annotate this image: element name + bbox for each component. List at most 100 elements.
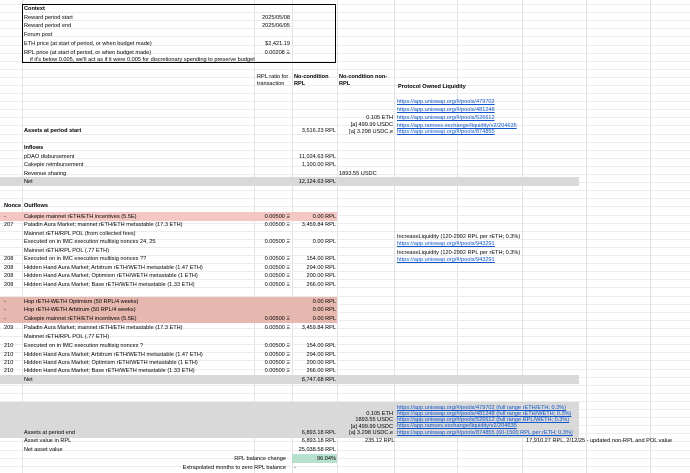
outflow-rpl: 0.00 RPL <box>312 316 336 322</box>
outflow-ratio: 0.00500 Ξ <box>264 352 290 358</box>
inflows-net-band <box>0 177 579 186</box>
net-asset-label: Net asset value <box>24 447 63 453</box>
outflow-label: Hidden Hand Aura Market; Optimism rETH/W… <box>24 360 198 366</box>
grid-row-line <box>0 125 690 126</box>
pol-link[interactable]: https://app.uniswap.org/#/pools/526612 <box>397 114 495 122</box>
outflow-ratio: 0.00500 Ξ <box>264 273 290 279</box>
outflow-nonce: 210 <box>4 343 14 349</box>
start-nonrpl-value: [a] 3.298 USDC.e <box>349 129 393 135</box>
outflow-label: Paladin Aura Market; mainnet rETH/ETH me… <box>24 222 183 228</box>
assets-end-label: Assets at period end <box>24 430 75 436</box>
grid-column-line <box>586 0 587 473</box>
outflow-label: Hidden Hand Aura Market; Arbitrum rETH/W… <box>24 352 203 358</box>
end-pol-link[interactable]: https://app.uniswap.org/#/pools/874855 (… <box>397 429 573 437</box>
balance-change-value: 96.04% <box>317 456 336 462</box>
outflow-ratio: 0.00500 Ξ <box>264 282 290 288</box>
grid-row-line <box>0 69 690 70</box>
asset-value-note: 17,910.27 RPL, 2/12/25 - updated non-RPL… <box>526 438 673 444</box>
outflows-title: Outflows <box>24 203 48 209</box>
grid-row-line <box>0 385 690 386</box>
header-nc-nonrpl: No-condition non-RPL <box>339 74 388 87</box>
asset-value-nonrpl: 235.12 RPL <box>365 438 395 444</box>
end-nonrpl-value: [a] 3.298 USDC.e <box>349 430 393 436</box>
pol-link[interactable]: https://app.uniswap.org/#/pools/874855 <box>397 128 495 136</box>
context-label: ETH price (at start of period, or when b… <box>24 41 152 47</box>
outflows-net-band <box>0 375 579 384</box>
outflow-rpl: 294.00 RPL <box>306 265 336 271</box>
grid-row-line <box>0 466 690 467</box>
outflow-rpl: 3,459.84 RPL <box>301 325 336 331</box>
grid-row-line <box>0 198 690 199</box>
header-nc-rpl: No-condition RPL <box>294 74 329 87</box>
grid-row-line <box>0 166 690 167</box>
outflow-rpl: 0.00 RPL <box>312 239 336 245</box>
outflow-label: Executed on in IMC execution multisig no… <box>24 343 144 349</box>
inflow-label: Cakepie reimbursement <box>24 162 84 168</box>
context-label: Reward period start <box>24 15 73 21</box>
outflow-nonce: - <box>4 214 6 220</box>
net-asset-rpl: 25,038.58 RPL <box>298 447 336 453</box>
outflow-nonce: 207 <box>4 222 14 228</box>
outflow-rpl: 266.00 RPL <box>306 282 336 288</box>
pol-link[interactable]: https://app.uniswap.org/#/pools/479702 <box>397 98 495 106</box>
pol-note-link[interactable]: https://app.uniswap.org/#/pools/943291 <box>397 256 495 264</box>
assets-end-rpl: 6,893.18 RPL <box>301 430 336 436</box>
pol-note-link[interactable]: https://app.uniswap.org/#/pools/943291 <box>397 240 495 248</box>
assets-start-rpl: 3,516.23 RPL <box>301 128 336 134</box>
outflow-rpl: 200.00 RPL <box>306 360 336 366</box>
outflow-rpl: 3,459.84 RPL <box>301 222 336 228</box>
outflow-label: Mainnet rETH/RPL POL (.77 ETH) <box>24 334 110 340</box>
grid-row-line <box>0 190 690 191</box>
context-value: 2025/05/08 <box>262 15 290 21</box>
outflow-label: Hidden Hand Aura Market; Base rETH/WETH … <box>24 282 195 288</box>
assets-start-label: Assets at period start <box>24 128 82 134</box>
outflow-label: Cakepie mainnet rETH/ETH incentives (5.5… <box>24 214 137 220</box>
outflow-nonce: 208 <box>4 282 14 288</box>
outflow-ratio: 0.00500 Ξ <box>264 214 290 220</box>
grid-row-line <box>0 134 690 135</box>
outflow-label: Hidden Hand Aura Market; Arbitrum rETH/W… <box>24 265 203 271</box>
extrapolated-value: - <box>294 465 296 471</box>
grid-row-line <box>0 150 690 151</box>
grid-row-line <box>0 109 690 110</box>
outflow-nonce: 208 <box>4 256 14 262</box>
grid-row-line <box>0 206 690 207</box>
inflows-title: Inflows <box>24 145 44 151</box>
asset-value-rpl: 6,893.18 RPL <box>301 438 336 444</box>
outflow-rpl: 200.00 RPL <box>306 273 336 279</box>
context-value: 2025/06/05 <box>262 23 290 29</box>
inflow-rpl: 11,024.63 RPL <box>299 154 336 160</box>
context-label: Forum post <box>24 32 53 38</box>
outflow-label: Mainnet rETH/RPL POL (from collected fee… <box>24 231 136 237</box>
grid-row-line <box>0 117 690 118</box>
grid-row-line <box>0 142 690 143</box>
context-value: $2,421.19 <box>265 41 290 47</box>
inflow-rpl: 1,100.00 RPL <box>301 162 336 168</box>
grid-column-line <box>650 0 651 473</box>
inflow-label: pDAO disbursement <box>24 154 75 160</box>
grid-row-line <box>0 93 690 94</box>
grid-row-line <box>0 450 690 451</box>
outflow-nonce: 208 <box>4 273 14 279</box>
pol-link[interactable]: https://app.uniswap.org/#/pools/481248 <box>397 106 495 114</box>
outflow-label: Executed on in IMC execution multisig no… <box>24 239 156 245</box>
outflow-nonce: 210 <box>4 360 14 366</box>
outflow-ratio: 0.00500 Ξ <box>264 265 290 271</box>
context-label: Reward period end <box>24 23 72 29</box>
spreadsheet[interactable]: Context Reward period start 2025/05/08 Rewa… <box>0 0 690 473</box>
outflow-ratio: 0.00500 Ξ <box>264 368 290 374</box>
outflows-net-label: Net <box>24 377 33 383</box>
grid-row-line <box>0 158 690 159</box>
outflow-nonce: 209 <box>4 325 14 331</box>
outflow-label: Hidden Hand Aura Market; Base rETH/WETH … <box>24 368 195 374</box>
outflows-net-rpl: 8,747.68 RPL <box>301 377 336 383</box>
outflow-nonce: 210 <box>4 352 14 358</box>
outflow-label: Cakepie mainnet rETH/ETH incentives (5.5… <box>24 316 137 322</box>
outflow-nonce: - <box>4 307 6 313</box>
outflow-label: Hop rETH-WETH Arbitrum (50 RPL/4 weeks) <box>24 307 136 313</box>
outflow-ratio: 0.00500 Ξ <box>264 222 290 228</box>
outflow-label: Mainnet rETH/RPL POL (.77 ETH) <box>24 248 110 254</box>
outflow-rpl: 294.00 RPL <box>306 352 336 358</box>
outflow-ratio: 0.00500 Ξ <box>264 256 290 262</box>
outflow-label: Paladin Aura Market; mainnet rETH/ETH me… <box>24 325 183 331</box>
